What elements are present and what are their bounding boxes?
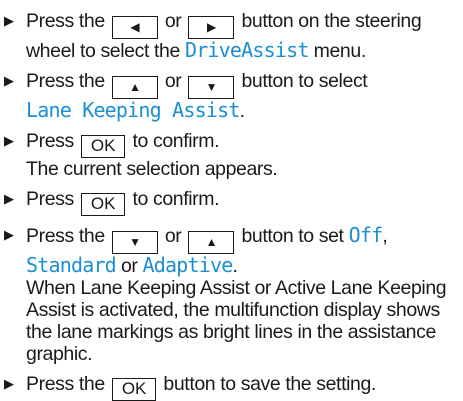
step-text: menu. <box>313 40 367 62</box>
step-text: Press the <box>26 225 105 247</box>
bullet-icon: ▶ <box>4 227 14 242</box>
menu-name: Lane Keeping Assist <box>26 98 240 122</box>
right-arrow-button-icon: ▶ <box>188 16 235 39</box>
step-text: or <box>120 255 138 277</box>
step-5: ▶ Press the ▼ or ▲ button to set Off, St… <box>4 224 457 365</box>
step-2: ▶ Press the ▲ or ▼ button to select Lane… <box>4 70 457 122</box>
step-4: ▶ Press OK to confirm. <box>4 188 457 216</box>
step-text: Press the <box>26 70 105 92</box>
step-text: Press <box>26 130 74 152</box>
ok-button-icon: OK <box>111 378 157 401</box>
step-text: to confirm. <box>132 130 220 152</box>
step-text: . <box>232 255 238 277</box>
step-2-text: Press the ▲ or ▼ button to select Lane K… <box>26 70 457 122</box>
step-3: ▶ Press OK to confirm. The current selec… <box>4 130 457 180</box>
step-text: or <box>164 225 182 247</box>
step-5-text: Press the ▼ or ▲ button to set Off, Stan… <box>26 224 457 365</box>
bullet-icon: ▶ <box>4 133 14 148</box>
step-6: ▶ Press the OK button to save the settin… <box>4 373 457 401</box>
left-arrow-button-icon: ◀ <box>111 16 158 39</box>
step-6-text: Press the OK button to save the setting. <box>26 373 457 401</box>
step-text: , <box>382 225 388 247</box>
down-arrow-button-icon: ▼ <box>111 231 158 254</box>
step-1: ▶ Press the ◀ or ▶ button on the steerin… <box>4 10 457 62</box>
instruction-steps: ▶ Press the ◀ or ▶ button on the steerin… <box>0 0 463 401</box>
bullet-icon: ▶ <box>4 73 14 88</box>
up-arrow-button-icon: ▲ <box>188 231 235 254</box>
ok-button-icon: OK <box>80 193 126 216</box>
step-text: to confirm. <box>132 188 220 210</box>
step-text: or <box>164 70 182 92</box>
bullet-icon: ▶ <box>4 191 14 206</box>
step-text: button to save the setting. <box>163 373 376 395</box>
option-standard: Standard <box>26 253 117 277</box>
option-off: Off <box>348 223 384 247</box>
step-note: When Lane Keeping Assist or Active Lane … <box>26 277 447 365</box>
step-text: or <box>164 10 182 32</box>
up-arrow-button-icon: ▲ <box>111 76 158 99</box>
bullet-icon: ▶ <box>4 13 14 28</box>
step-text: button to set <box>241 225 344 247</box>
step-1-text: Press the ◀ or ▶ button on the steering … <box>26 10 457 62</box>
ok-button-icon: OK <box>80 135 126 158</box>
menu-name: DriveAssist <box>184 38 309 62</box>
bullet-icon: ▶ <box>4 376 14 391</box>
step-result-text: The current selection appears. <box>26 158 278 180</box>
down-arrow-button-icon: ▼ <box>188 76 235 99</box>
step-text: button to select <box>241 70 368 92</box>
step-text: Press the <box>26 10 105 32</box>
step-text: Press <box>26 188 74 210</box>
step-text: Press the <box>26 373 105 395</box>
step-4-text: Press OK to confirm. <box>26 188 457 216</box>
step-3-text: Press OK to confirm. The current selecti… <box>26 130 457 180</box>
step-text: . <box>239 100 245 122</box>
option-adaptive: Adaptive <box>142 253 234 277</box>
